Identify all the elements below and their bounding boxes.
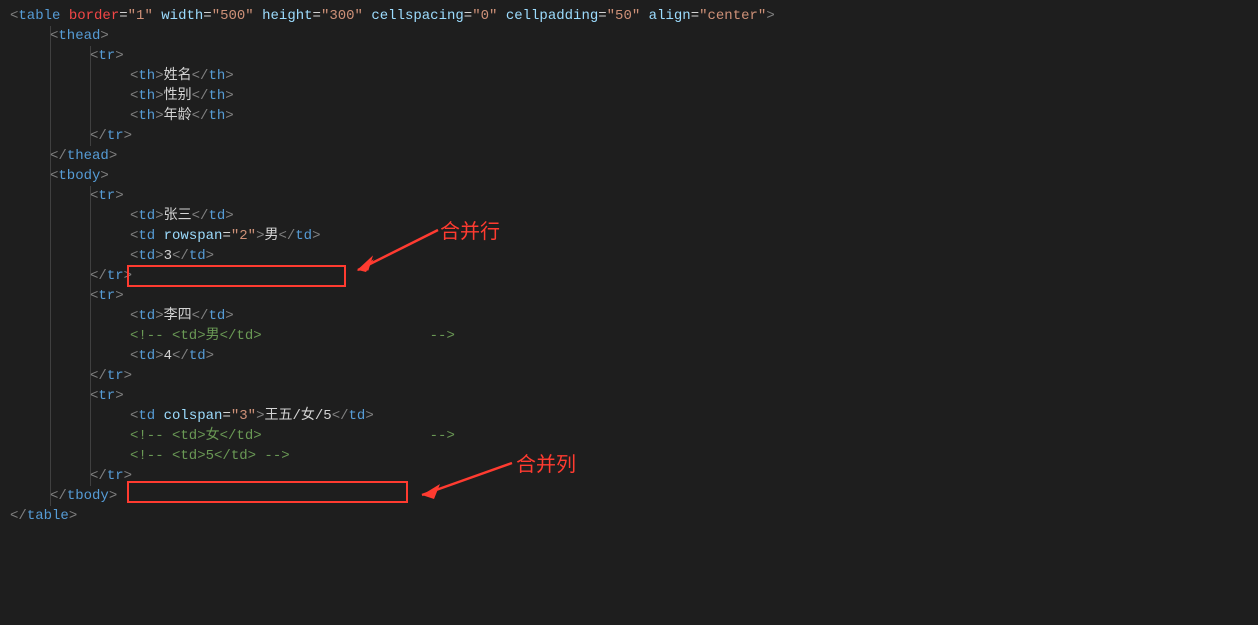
code-line: </tr> xyxy=(10,366,1258,386)
code-line: </table> xyxy=(10,506,1258,526)
code-line-rowspan: <td rowspan="2">男</td> xyxy=(10,226,1258,246)
code-line: </tbody> xyxy=(10,486,1258,506)
code-line-colspan: <td colspan="3">王五/女/5</td> xyxy=(10,406,1258,426)
annotation-rowspan: 合并行 xyxy=(440,215,500,244)
code-line: </tr> xyxy=(10,266,1258,286)
code-line: </tr> xyxy=(10,466,1258,486)
code-line-comment: <!-- <td>5</td> --> xyxy=(10,446,1258,466)
code-line: <tr> xyxy=(10,186,1258,206)
code-line: <th>年龄</th> xyxy=(10,106,1258,126)
code-line: </thead> xyxy=(10,146,1258,166)
code-line: <tr> xyxy=(10,46,1258,66)
code-line: </tr> xyxy=(10,126,1258,146)
code-line: <td>4</td> xyxy=(10,346,1258,366)
code-line: <th>姓名</th> xyxy=(10,66,1258,86)
code-line: <td>张三</td> xyxy=(10,206,1258,226)
code-line: <tr> xyxy=(10,286,1258,306)
code-line: <table border="1" width="500" height="30… xyxy=(10,6,1258,26)
code-line: <tr> xyxy=(10,386,1258,406)
code-line: <tbody> xyxy=(10,166,1258,186)
code-line: <td>3</td> xyxy=(10,246,1258,266)
code-line: <th>性别</th> xyxy=(10,86,1258,106)
code-line: <td>李四</td> xyxy=(10,306,1258,326)
code-editor[interactable]: <table border="1" width="500" height="30… xyxy=(0,0,1258,526)
code-line-comment: <!-- <td>男</td> --> xyxy=(10,326,1258,346)
code-line: <thead> xyxy=(10,26,1258,46)
annotation-colspan: 合并列 xyxy=(516,448,576,477)
code-line-comment: <!-- <td>女</td> --> xyxy=(10,426,1258,446)
